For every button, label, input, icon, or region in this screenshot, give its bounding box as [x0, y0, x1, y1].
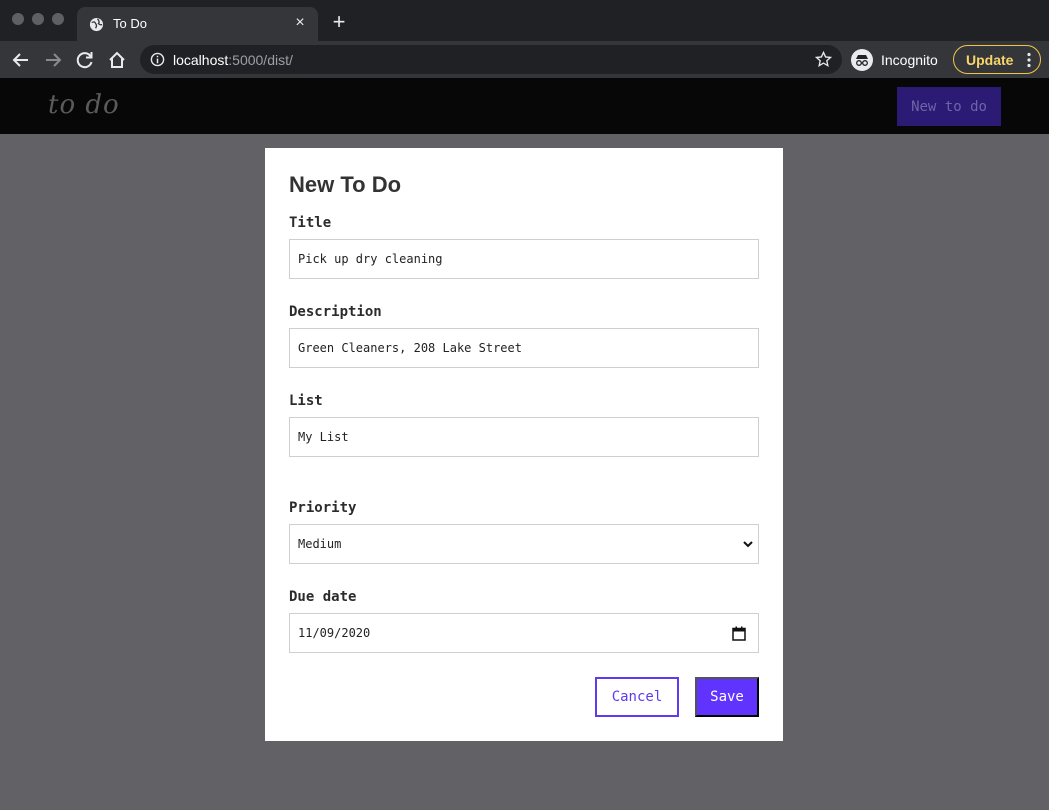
dialog-title: New To Do: [289, 172, 402, 197]
kebab-menu-icon[interactable]: [1026, 52, 1032, 68]
due-date-label: Due date: [289, 589, 357, 605]
incognito-label: Incognito: [881, 51, 938, 68]
save-button[interactable]: Save: [695, 677, 759, 717]
forward-arrow-icon[interactable]: [42, 49, 64, 71]
update-label: Update: [966, 52, 1014, 68]
due-date-input[interactable]: 11/09/2020: [289, 613, 759, 653]
app-header: to do New to do: [0, 78, 1049, 134]
home-icon[interactable]: [106, 49, 128, 71]
cancel-button[interactable]: Cancel: [595, 677, 679, 717]
incognito-indicator[interactable]: Incognito: [851, 47, 938, 72]
url-path: :5000/dist/: [228, 52, 293, 68]
window-minimize-dot[interactable]: [32, 13, 44, 25]
close-icon[interactable]: ×: [292, 15, 308, 31]
description-label: Description: [289, 304, 382, 320]
plus-icon[interactable]: +: [330, 11, 348, 33]
tab-title: To Do: [113, 16, 147, 31]
list-label: List: [289, 393, 323, 409]
title-label: Title: [289, 215, 332, 231]
incognito-icon: [851, 48, 873, 71]
update-button[interactable]: Update: [953, 45, 1041, 74]
chevron-down-icon: [743, 541, 753, 548]
browser-tab[interactable]: To Do ×: [77, 7, 318, 41]
calendar-icon[interactable]: [732, 626, 746, 641]
globe-icon: [89, 17, 104, 32]
url-text: localhost:5000/dist/: [173, 52, 293, 68]
browser-tabstrip: To Do × +: [0, 0, 1049, 41]
window-close-dot[interactable]: [12, 13, 24, 25]
reload-icon[interactable]: [74, 49, 96, 71]
url-host: localhost: [173, 52, 229, 68]
address-bar[interactable]: localhost:5000/dist/: [140, 45, 842, 74]
app-logo[interactable]: to do: [48, 90, 120, 120]
info-icon[interactable]: [150, 52, 165, 67]
priority-select[interactable]: Medium: [289, 524, 759, 564]
window-zoom-dot[interactable]: [52, 13, 64, 25]
browser-toolbar: localhost:5000/dist/ Incognito Update: [0, 41, 1049, 78]
star-icon[interactable]: [815, 51, 832, 68]
title-input[interactable]: Pick up dry cleaning: [289, 239, 759, 279]
new-todo-button[interactable]: New to do: [897, 87, 1001, 126]
priority-value: Medium: [298, 537, 342, 551]
list-input[interactable]: My List: [289, 417, 759, 457]
priority-label: Priority: [289, 500, 357, 516]
due-date-value: 11/09/2020: [298, 626, 371, 640]
description-input[interactable]: Green Cleaners, 208 Lake Street: [289, 328, 759, 368]
new-todo-dialog: New To Do Title Pick up dry cleaning Des…: [265, 148, 783, 741]
back-arrow-icon[interactable]: [10, 49, 32, 71]
